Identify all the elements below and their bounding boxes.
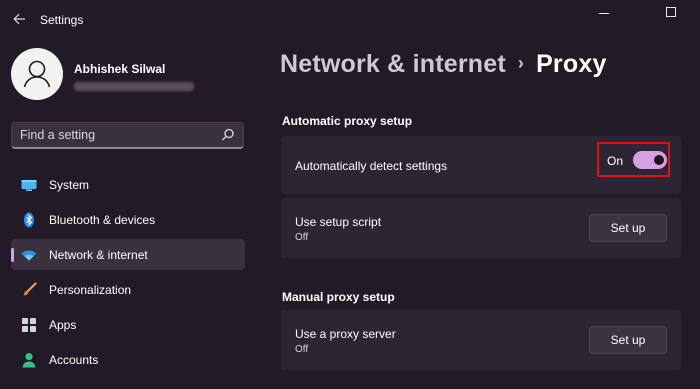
auto-detect-toggle[interactable] (633, 151, 667, 169)
monitor-icon (21, 180, 37, 191)
apps-grid-icon (22, 318, 36, 332)
arrow-left-icon (12, 13, 25, 25)
back-button[interactable] (8, 9, 30, 29)
chevron-right-icon: › (517, 53, 525, 73)
person-icon (23, 60, 51, 88)
sidebar-item-apps[interactable]: Apps (11, 309, 245, 340)
toggle-state-text: On (607, 154, 624, 168)
setting-card-proxy-server: Use a proxy server Off Set up (281, 310, 681, 370)
page-title: Proxy (536, 50, 607, 78)
sidebar-item-label: Apps (49, 318, 77, 332)
avatar[interactable] (11, 48, 63, 100)
sidebar-item-personalization[interactable]: Personalization (11, 274, 245, 305)
wifi-icon (21, 250, 37, 261)
setting-card-setup-script: Use setup script Off Set up (281, 198, 681, 258)
search-box[interactable] (11, 122, 244, 149)
toggle-knob (654, 155, 664, 165)
section-heading-automatic: Automatic proxy setup (282, 114, 413, 128)
bluetooth-icon (24, 212, 34, 228)
sidebar-item-label: Accounts (49, 353, 99, 367)
profile-email-blurred (74, 82, 194, 91)
sidebar-nav: System Bluetooth & devices Network & int… (11, 169, 245, 379)
sidebar-item-label: Network & internet (49, 248, 148, 262)
person-icon (22, 353, 36, 368)
maximize-button[interactable] (658, 4, 684, 20)
setting-label: Use setup script (295, 215, 382, 229)
app-title: Settings (40, 13, 84, 27)
title-bar: Settings (0, 0, 700, 40)
setting-card-auto-detect: Automatically detect settings On (281, 136, 681, 194)
brush-icon (23, 282, 37, 296)
breadcrumb: Network & internet › Proxy (280, 50, 607, 79)
search-icon[interactable] (221, 128, 235, 142)
sidebar-item-bluetooth-devices[interactable]: Bluetooth & devices (11, 204, 245, 235)
sidebar-item-label: Personalization (49, 283, 132, 297)
maximize-icon (666, 7, 676, 17)
sidebar-item-label: System (49, 178, 90, 192)
highlight-box: On (597, 142, 670, 177)
setup-script-button[interactable]: Set up (589, 214, 667, 242)
breadcrumb-parent[interactable]: Network & internet (280, 50, 506, 78)
minimize-button[interactable] (591, 5, 617, 21)
setting-status: Off (295, 344, 309, 355)
sidebar-item-system[interactable]: System (11, 169, 245, 200)
section-heading-manual: Manual proxy setup (282, 290, 395, 304)
proxy-server-setup-button[interactable]: Set up (589, 326, 667, 354)
search-input[interactable] (20, 126, 210, 144)
profile-name: Abhishek Silwal (74, 62, 166, 76)
setting-label: Automatically detect settings (295, 159, 448, 173)
setting-label: Use a proxy server (295, 327, 396, 341)
sidebar-item-network-internet[interactable]: Network & internet (11, 239, 245, 270)
sidebar-item-label: Bluetooth & devices (49, 213, 156, 227)
sidebar-item-accounts[interactable]: Accounts (11, 344, 245, 375)
setting-status: Off (295, 232, 309, 243)
minimize-icon (599, 13, 609, 14)
